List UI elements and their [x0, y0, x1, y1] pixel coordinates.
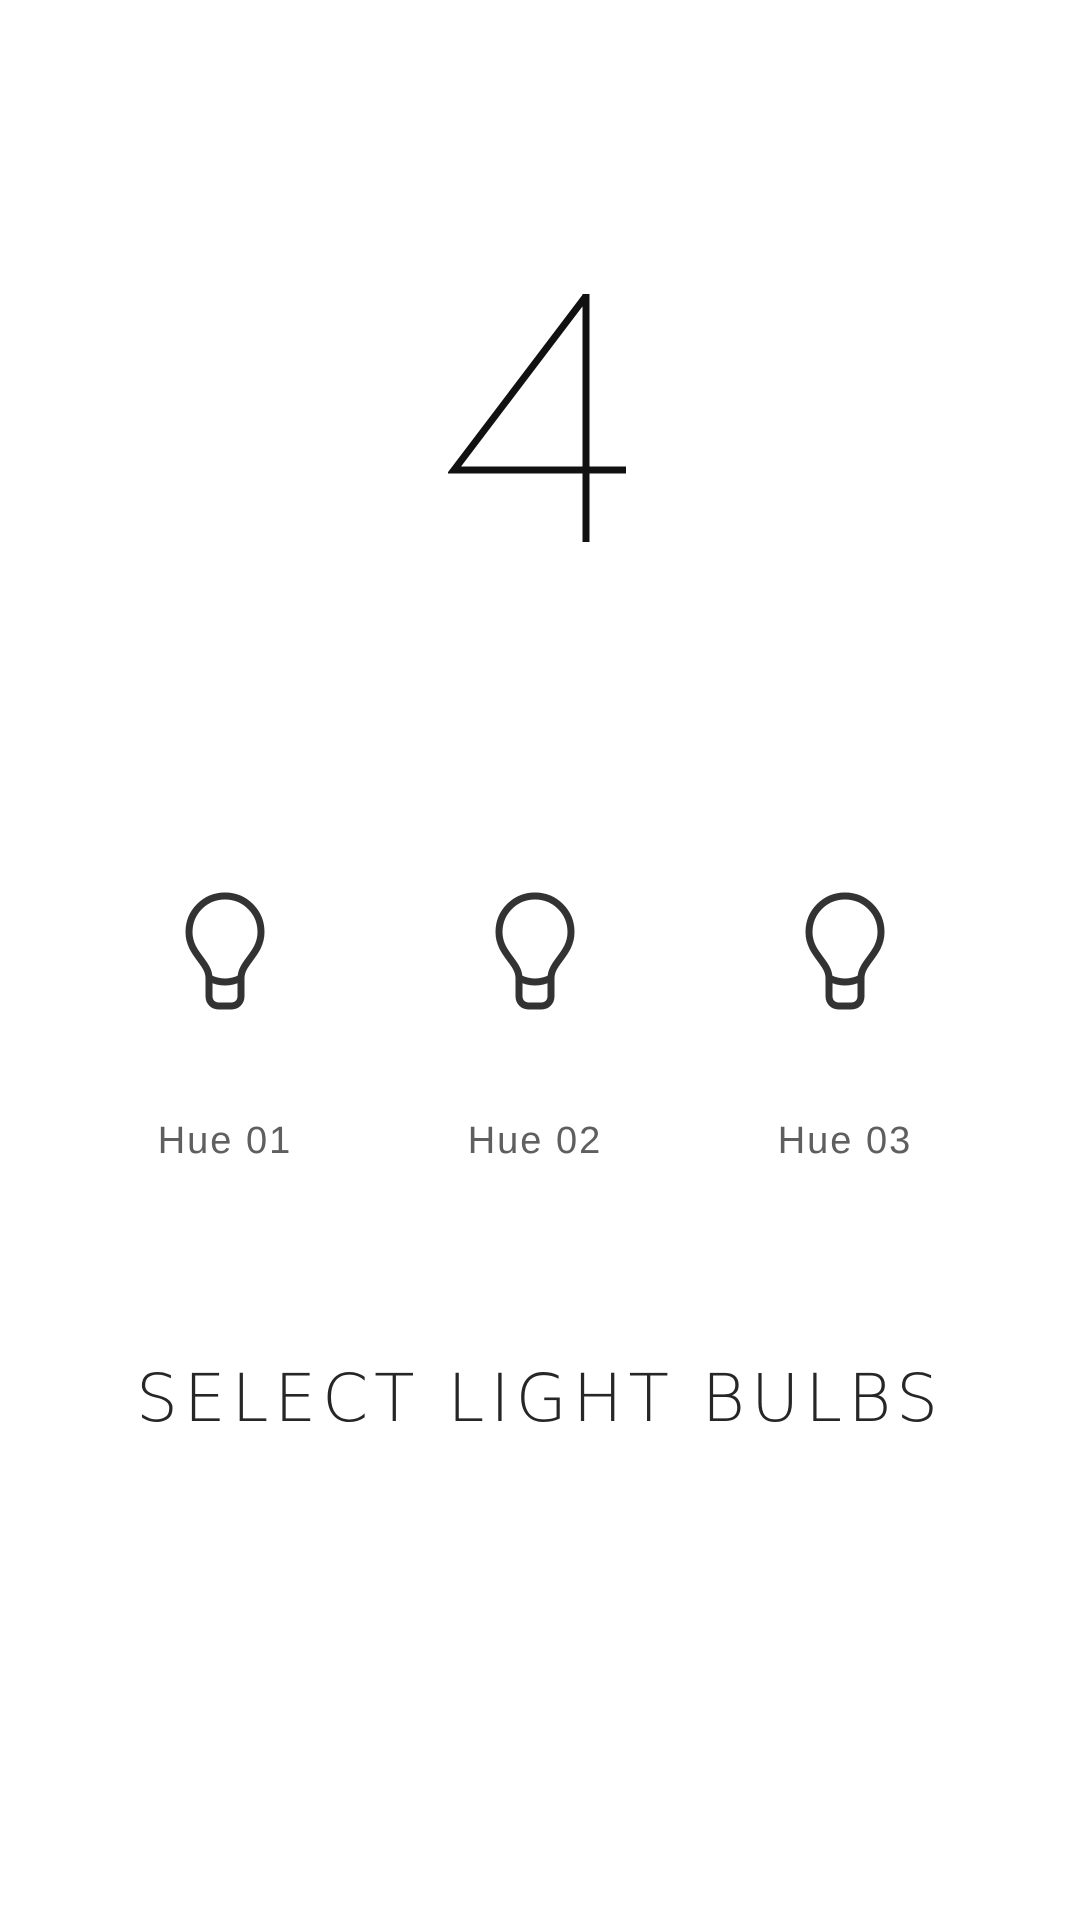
bulb-item-hue-03[interactable]: Hue 03 [735, 880, 955, 1180]
lightbulb-icon [495, 892, 575, 1010]
bulb-label: Hue 02 [467, 1120, 603, 1162]
bulb-item-hue-02[interactable]: Hue 02 [425, 880, 645, 1180]
bulb-label: Hue 01 [157, 1120, 293, 1162]
bulb-item-hue-01[interactable]: Hue 01 [115, 880, 335, 1180]
page-title: SELECT LIGHT BULBS [136, 1360, 944, 1437]
lightbulb-icon [805, 892, 885, 1010]
bulb-list: Hue 01 Hue 02 Hue 03 [0, 880, 1080, 1180]
step-number [448, 290, 638, 550]
bulb-label: Hue 03 [777, 1120, 913, 1162]
lightbulb-icon [185, 892, 265, 1010]
step-number-glyph [448, 293, 626, 542]
